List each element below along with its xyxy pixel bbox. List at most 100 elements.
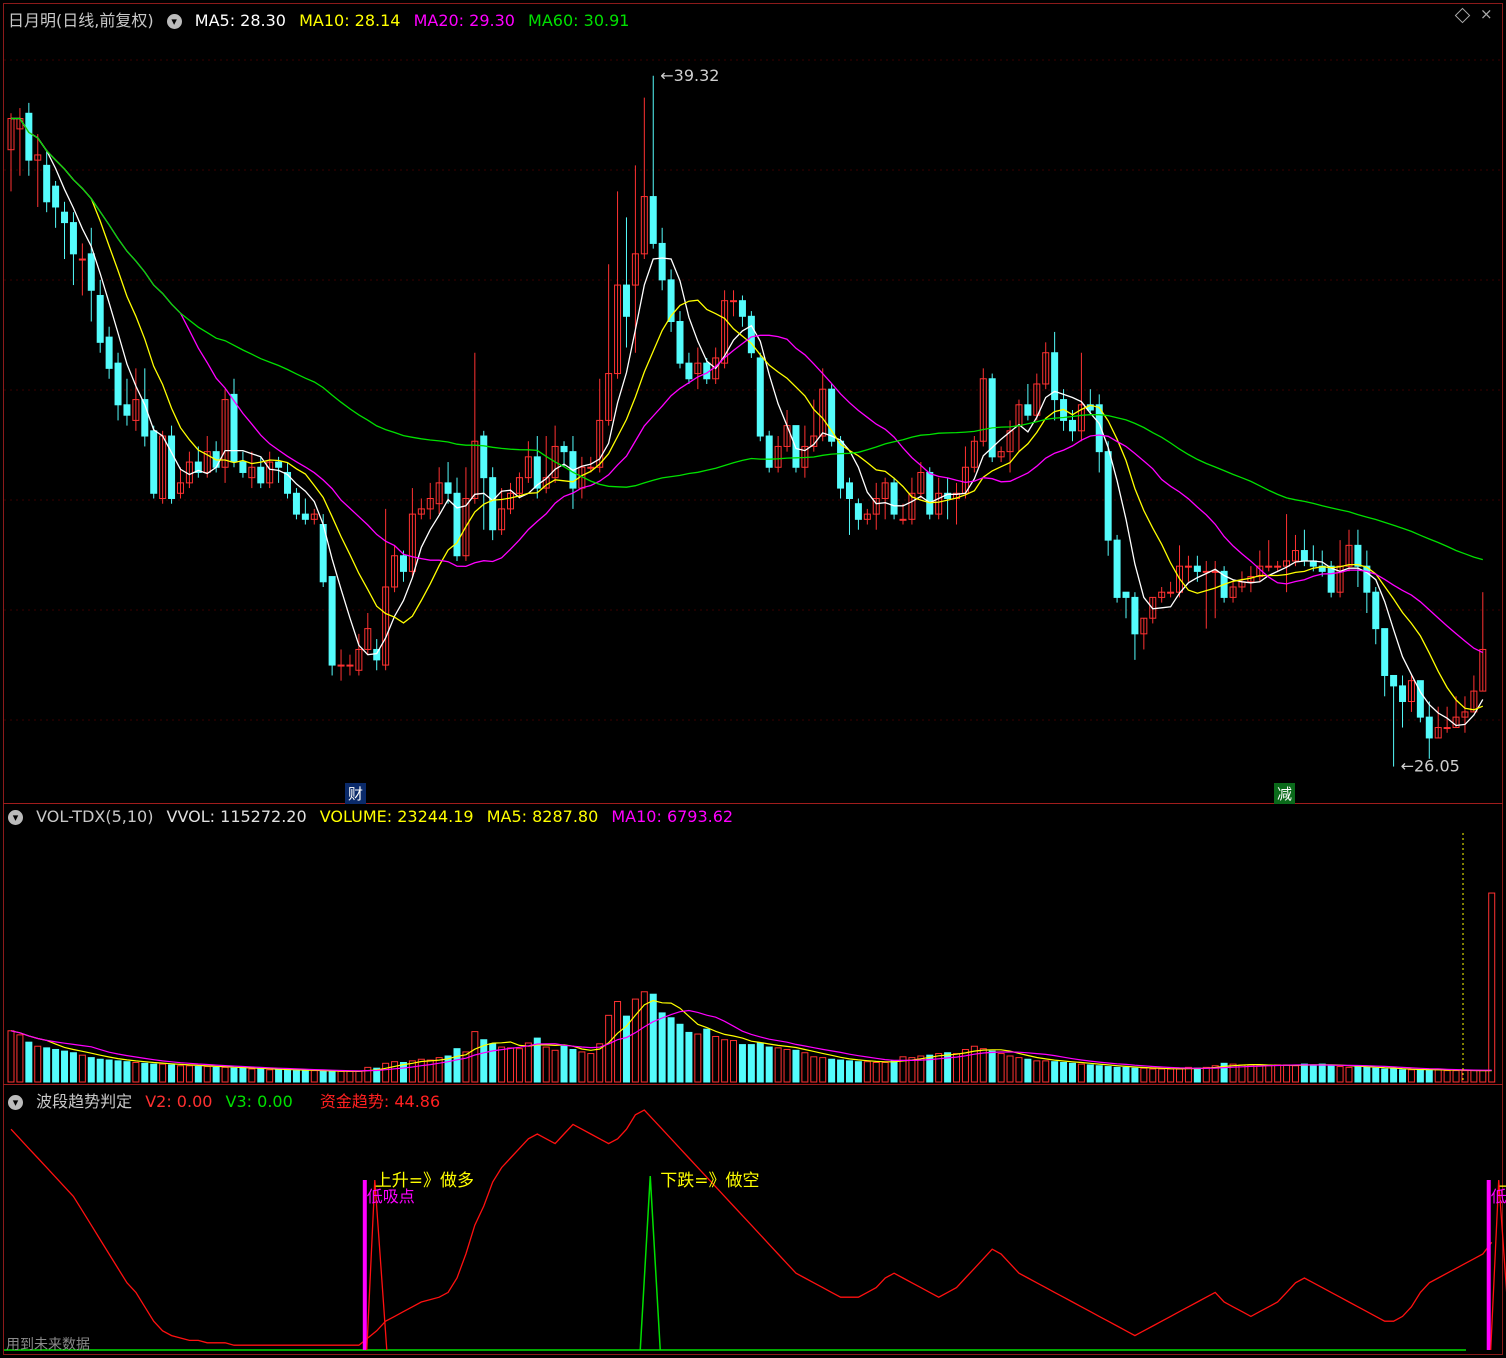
candle-body: [587, 466, 595, 469]
volume-bar: [997, 1053, 1005, 1083]
fall-signal-label: 下跌=》做空: [660, 1171, 759, 1191]
volume-bar: [961, 1048, 969, 1083]
volume-bar: [1470, 1070, 1478, 1083]
volume-bar: [747, 1044, 755, 1083]
candle-body: [480, 435, 488, 479]
volume-bar: [1158, 1068, 1166, 1083]
candle-body: [114, 362, 122, 406]
candle-body: [854, 503, 862, 520]
volume-bar: [248, 1068, 256, 1083]
volume-bar: [756, 1042, 764, 1083]
volume-bar: [168, 1064, 176, 1083]
volume-bar: [908, 1057, 916, 1083]
volume-bar: [1327, 1065, 1335, 1083]
volume-bar: [1095, 1065, 1103, 1083]
candle-body: [765, 435, 773, 468]
tag-jian[interactable]: 减: [1274, 783, 1296, 804]
volume-bar: [1363, 1066, 1371, 1083]
volume-bar: [1247, 1064, 1255, 1083]
volume-bar: [721, 1039, 729, 1083]
candle-body: [1193, 565, 1201, 572]
volume-bar: [587, 1053, 595, 1083]
volume-bar: [1104, 1066, 1112, 1083]
volume-bar: [230, 1067, 238, 1083]
volume-bar: [185, 1065, 193, 1083]
volume-bar: [1488, 892, 1496, 1083]
candle-body: [444, 482, 452, 494]
volume-bar: [1033, 1060, 1041, 1083]
volume-bar: [1479, 1070, 1487, 1083]
candle-body: [1416, 680, 1424, 718]
volume-bar: [605, 1014, 613, 1083]
volume-bar: [1256, 1065, 1264, 1083]
volume-bar: [872, 1061, 880, 1083]
volume-bar: [34, 1045, 42, 1083]
candle-body: [328, 576, 336, 666]
candle-body: [1184, 565, 1192, 568]
candle-body: [622, 284, 630, 317]
volume-bar: [319, 1070, 327, 1083]
volume-bar: [1434, 1069, 1442, 1083]
candle-body: [837, 440, 845, 489]
volume-bar: [890, 1060, 898, 1083]
volume-bar: [845, 1060, 853, 1083]
volume-bar: [498, 1046, 506, 1083]
volume-bar: [346, 1070, 354, 1083]
volume-bar: [1131, 1067, 1139, 1083]
candle-body: [96, 294, 104, 343]
volume-bar: [1407, 1069, 1415, 1083]
volume-bar: [159, 1063, 167, 1083]
volume-bar: [1461, 1070, 1469, 1083]
candle-body: [658, 242, 666, 281]
future-data-note: 用到未来数据: [6, 1337, 90, 1353]
volume-bar: [685, 1031, 693, 1083]
candle-body: [257, 466, 265, 484]
candle-body: [738, 300, 746, 317]
volume-bar: [765, 1046, 773, 1083]
volume-bar: [301, 1070, 309, 1083]
volume-bar: [275, 1069, 283, 1083]
volume-bar: [123, 1061, 131, 1083]
volume-bar: [194, 1066, 202, 1083]
candle-body: [123, 404, 131, 416]
volume-bar: [239, 1067, 247, 1083]
volume-bar: [364, 1066, 372, 1083]
chart-canvas[interactable]: ←39.32←26.05上升=》做多低吸点下跌=》做空上升=》做多低吸点: [0, 0, 1506, 1358]
candle-body: [1399, 685, 1407, 703]
volume-bar: [25, 1041, 33, 1083]
volume-bar: [1416, 1069, 1424, 1083]
candle-body: [1425, 716, 1433, 739]
volume-bar: [1372, 1067, 1380, 1083]
low-price-label: ←26.05: [1401, 757, 1460, 776]
volume-bar: [1336, 1066, 1344, 1083]
volume-bar: [426, 1059, 434, 1083]
fund-trend-line: [10, 1109, 1493, 1346]
volume-bar: [1140, 1067, 1148, 1083]
volume-bar: [355, 1070, 363, 1083]
candle-body: [685, 362, 693, 380]
volume-bar: [1006, 1055, 1014, 1083]
volume-bar: [738, 1044, 746, 1083]
volume-bar: [453, 1048, 461, 1083]
volume-bar: [78, 1054, 86, 1083]
volume-bar: [1149, 1068, 1157, 1083]
volume-bar: [114, 1060, 122, 1083]
candle-body: [301, 513, 309, 520]
candle-body: [1372, 591, 1380, 630]
volume-bar: [515, 1048, 523, 1083]
volume-bar: [391, 1061, 399, 1083]
tag-cai[interactable]: 财: [345, 783, 367, 804]
candle-body: [168, 435, 176, 499]
candle-body: [78, 258, 86, 261]
volume-bar: [854, 1061, 862, 1083]
candle-body: [61, 211, 69, 224]
volume-bar: [801, 1052, 809, 1083]
volume-bar: [1390, 1068, 1398, 1083]
candle-body: [25, 112, 33, 161]
volume-bar: [1051, 1061, 1059, 1083]
volume-bar: [631, 998, 639, 1083]
volume-bar: [863, 1061, 871, 1083]
fall-spike: [639, 1175, 661, 1351]
volume-bar: [1015, 1057, 1023, 1083]
volume-bar: [444, 1055, 452, 1083]
